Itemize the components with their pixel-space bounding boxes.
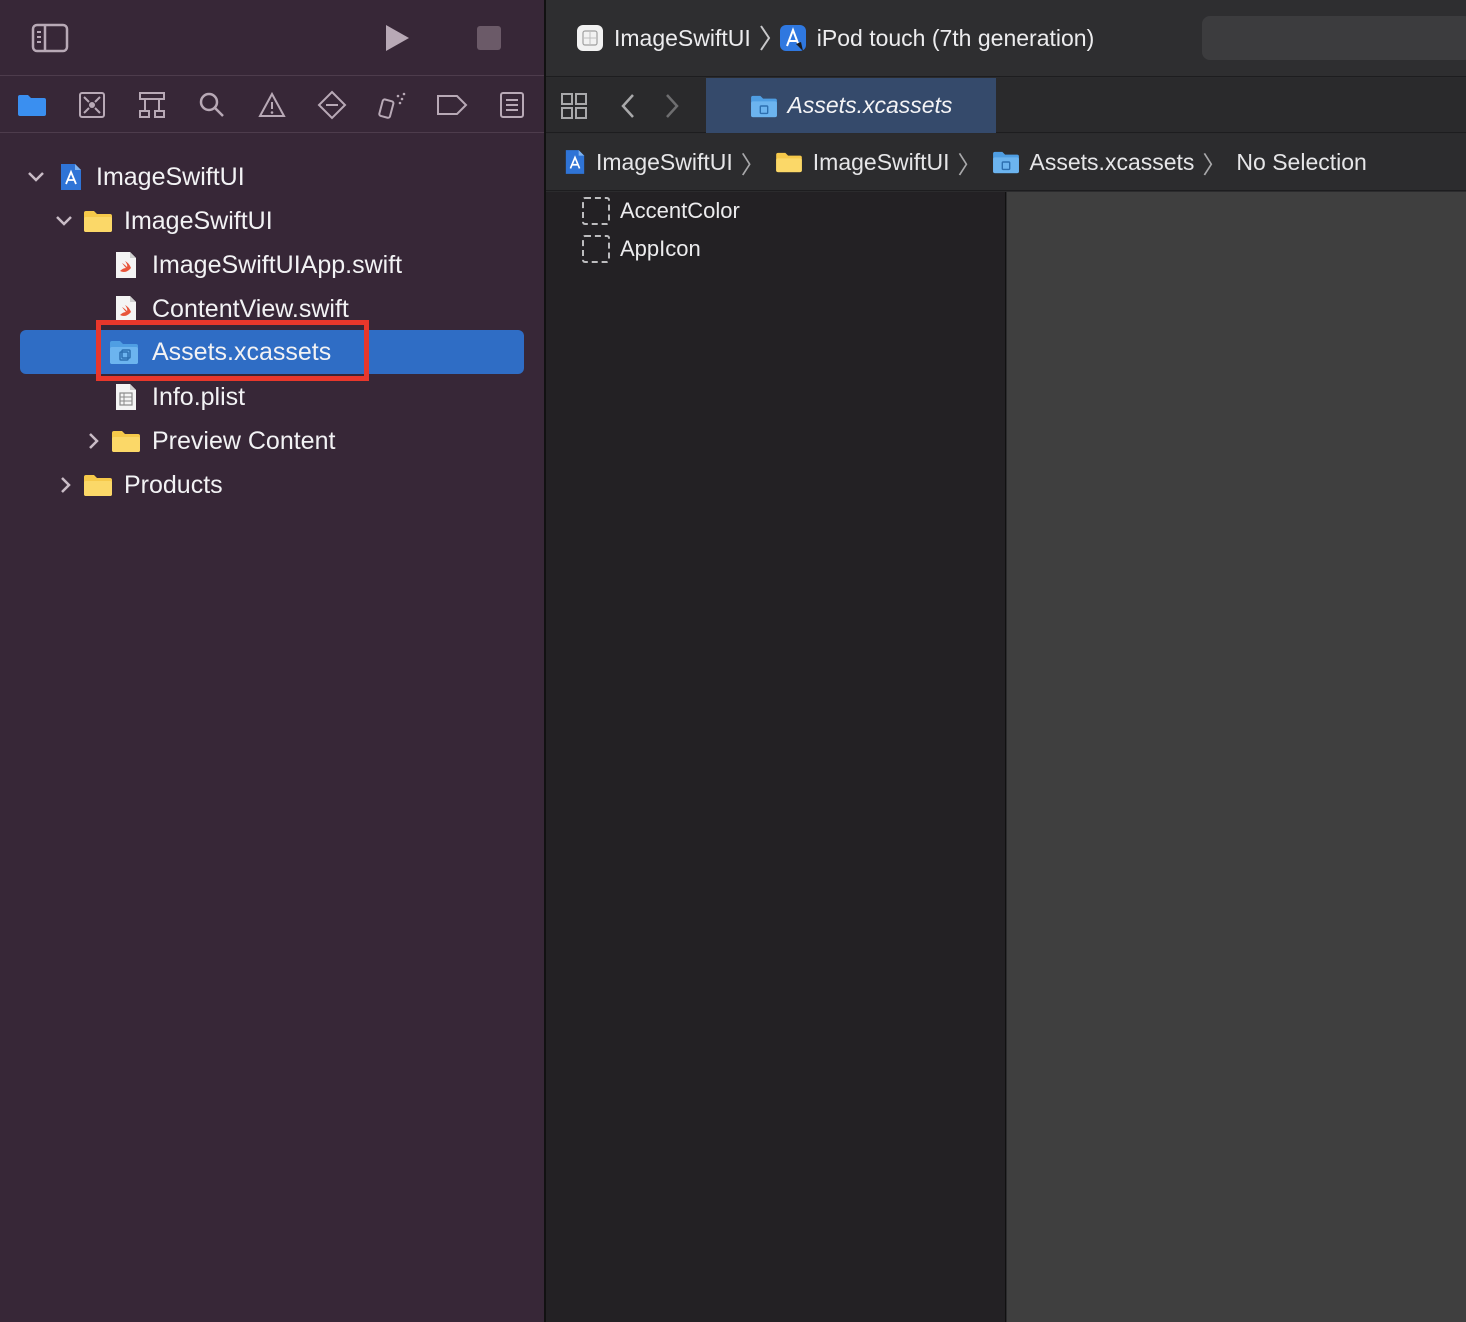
tree-label-preview-content: Preview Content <box>152 426 336 455</box>
source-control-icon[interactable] <box>75 89 109 121</box>
issue-warning-icon[interactable] <box>255 89 289 121</box>
forward-chevron-icon[interactable] <box>658 90 686 122</box>
swift-file-icon <box>111 294 141 324</box>
chevron-down-icon[interactable] <box>26 167 46 187</box>
tree-row-group[interactable]: ImageSwiftUI <box>20 199 524 243</box>
chevron-right-icon[interactable] <box>56 475 76 495</box>
tree-label-group: ImageSwiftUI <box>124 206 273 235</box>
app-target-icon <box>576 24 604 52</box>
chevron-right-icon[interactable] <box>84 431 104 451</box>
jump-bar: ImageSwiftUI 〉 ImageSwiftUI 〉 Assets.xca… <box>546 134 1466 191</box>
tree-row-preview-content[interactable]: Preview Content <box>20 419 524 463</box>
jump-bar-selection-label: No Selection <box>1236 148 1367 175</box>
tab-assets-label: Assets.xcassets <box>787 92 953 118</box>
asset-label-accentcolor: AccentColor <box>620 198 740 223</box>
asset-catalog-folder-icon <box>109 337 139 367</box>
xcode-app-icon <box>779 24 807 52</box>
tree-row-project[interactable]: ImageSwiftUI <box>20 155 524 199</box>
xcode-project-icon <box>564 149 586 175</box>
tree-row-app-file[interactable]: ImageSwiftUIApp.swift <box>20 243 524 287</box>
window-toolbar-right: ImageSwiftUI iPod touch (7th generation) <box>546 0 1466 77</box>
jump-bar-project[interactable]: ImageSwiftUI <box>564 149 733 176</box>
related-items-grid-icon[interactable] <box>558 90 590 122</box>
symbol-hierarchy-icon[interactable] <box>135 89 169 121</box>
scheme-name: ImageSwiftUI <box>614 24 751 51</box>
editor-tab-bar: Assets.xcassets <box>546 78 1466 133</box>
editor-area: ImageSwiftUI iPod touch (7th generation)… <box>546 0 1466 1322</box>
chevron-right-icon: 〉 <box>740 151 765 179</box>
jump-bar-project-label: ImageSwiftUI <box>596 148 733 175</box>
chevron-down-icon[interactable] <box>54 211 74 231</box>
report-list-icon[interactable] <box>495 89 529 121</box>
tree-label-app-file: ImageSwiftUIApp.swift <box>152 250 403 279</box>
navigator-tab-bar <box>0 77 544 133</box>
stop-icon[interactable] <box>474 24 504 52</box>
tree-row-products[interactable]: Products <box>20 463 524 507</box>
tab-assets[interactable]: Assets.xcassets <box>706 78 996 133</box>
asset-item-appicon[interactable]: AppIcon <box>582 233 701 265</box>
run-play-icon[interactable] <box>380 22 414 54</box>
find-magnifier-icon[interactable] <box>195 89 229 121</box>
folder-icon <box>775 151 803 173</box>
chevron-right-icon: 〉 <box>1202 151 1227 179</box>
xcode-project-icon <box>56 162 86 192</box>
tree-label-contentview-file: ContentView.swift <box>152 294 349 323</box>
scheme-selector[interactable]: ImageSwiftUI iPod touch (7th generation) <box>576 22 1094 54</box>
tree-label-assets: Assets.xcassets <box>152 337 332 366</box>
back-chevron-icon[interactable] <box>614 90 642 122</box>
jump-bar-selection[interactable]: No Selection <box>1236 149 1366 176</box>
plist-file-icon <box>111 382 141 412</box>
swift-file-icon <box>111 250 141 280</box>
jump-bar-group[interactable]: ImageSwiftUI <box>775 149 950 176</box>
tree-label-project: ImageSwiftUI <box>96 162 245 191</box>
test-diamond-icon[interactable] <box>315 89 349 121</box>
window-toolbar-left <box>0 0 544 76</box>
folder-icon <box>111 426 141 456</box>
asset-list-pane: AccentColor AppIcon <box>546 192 1006 1322</box>
tree-label-products: Products <box>124 470 223 499</box>
asset-item-accentcolor[interactable]: AccentColor <box>582 195 740 227</box>
chevron-right-icon <box>759 24 771 52</box>
project-navigator-panel: ImageSwiftUI ImageSwiftUI ImageSwiftUIAp… <box>0 0 544 1322</box>
asset-label-appicon: AppIcon <box>620 236 701 261</box>
empty-asset-icon <box>582 197 610 225</box>
tree-row-assets-selected[interactable]: Assets.xcassets <box>20 330 524 374</box>
folder-icon <box>83 470 113 500</box>
jump-bar-group-label: ImageSwiftUI <box>812 148 950 175</box>
debug-spray-icon[interactable] <box>375 89 409 121</box>
asset-detail-pane <box>1007 192 1466 1322</box>
tree-row-contentview-file[interactable]: ContentView.swift <box>20 287 524 331</box>
sidebar-toggle-icon[interactable] <box>30 22 70 54</box>
folder-icon <box>83 206 113 236</box>
project-navigator-folder-icon[interactable] <box>15 89 49 121</box>
jump-bar-assets-label: Assets.xcassets <box>1029 148 1195 175</box>
jump-bar-assets[interactable]: Assets.xcassets <box>992 148 1195 176</box>
run-destination[interactable]: iPod touch (7th generation) <box>817 25 1094 52</box>
tree-label-info-plist: Info.plist <box>152 382 246 411</box>
asset-catalog-folder-icon <box>750 94 778 118</box>
breakpoint-tag-icon[interactable] <box>435 89 469 121</box>
empty-asset-icon <box>582 235 610 263</box>
chevron-right-icon: 〉 <box>957 151 982 179</box>
tree-row-info-plist[interactable]: Info.plist <box>20 375 524 419</box>
asset-catalog-folder-icon <box>992 150 1020 174</box>
activity-status-field <box>1202 16 1466 60</box>
